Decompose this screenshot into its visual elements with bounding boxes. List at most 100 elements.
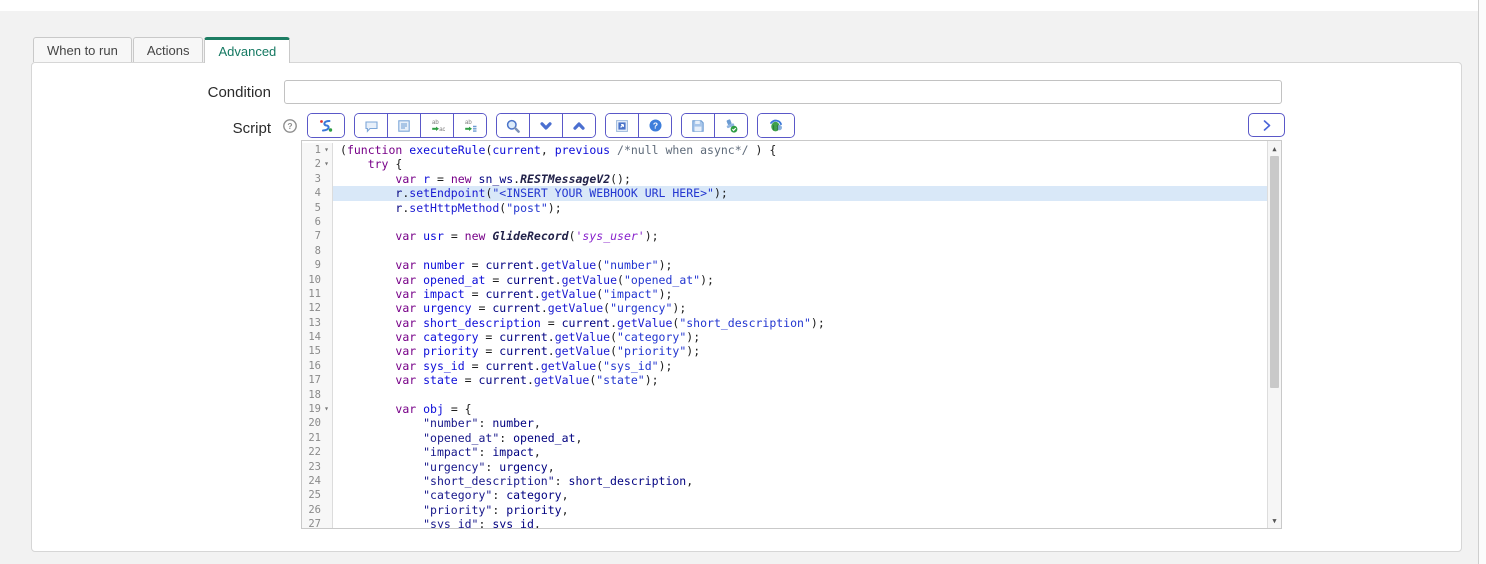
help-icon[interactable]: ? bbox=[282, 118, 298, 134]
line-number-gutter[interactable]: 15 bbox=[302, 344, 333, 359]
code-line[interactable]: 15 var priority = current.getValue("prio… bbox=[302, 344, 1267, 359]
code-line[interactable]: 17 var state = current.getValue("state")… bbox=[302, 373, 1267, 388]
code-line[interactable]: 22 "impact": impact, bbox=[302, 445, 1267, 460]
line-number-gutter[interactable]: 21 bbox=[302, 430, 333, 446]
code-line[interactable]: 3 var r = new sn_ws.RESTMessageV2(); bbox=[302, 171, 1267, 187]
code-line[interactable]: 25 "category": category, bbox=[302, 488, 1267, 503]
find-previous-button[interactable] bbox=[562, 114, 595, 137]
script-debugger-button[interactable] bbox=[758, 114, 794, 137]
line-number-gutter[interactable]: 11 bbox=[302, 286, 333, 302]
fullscreen-button[interactable] bbox=[606, 114, 638, 137]
code-area[interactable]: 1 ▾ (function executeRule(current, previou… bbox=[302, 141, 1267, 528]
code-line[interactable]: 12 var urgency = current.getValue("urgen… bbox=[302, 301, 1267, 316]
code-line[interactable]: 19 ▾ var obj = { bbox=[302, 402, 1267, 417]
save-tools-group bbox=[681, 113, 748, 138]
code-line[interactable]: 7 var usr = new GlideRecord('sys_user'); bbox=[302, 229, 1267, 244]
line-number-gutter[interactable]: 26 bbox=[302, 502, 333, 518]
format-code-button[interactable] bbox=[387, 114, 420, 137]
code-line[interactable]: 20 "number": number, bbox=[302, 416, 1267, 431]
tab-when-to-run[interactable]: When to run bbox=[33, 37, 132, 62]
condition-label: Condition bbox=[207, 84, 271, 101]
toggle-comment-button[interactable] bbox=[355, 114, 387, 137]
find-next-button[interactable] bbox=[529, 114, 562, 137]
line-number-gutter[interactable]: 10 bbox=[302, 272, 333, 287]
script-editor[interactable]: 1 ▾ (function executeRule(current, previou… bbox=[301, 140, 1282, 529]
code-line[interactable]: 18 bbox=[302, 387, 1267, 403]
svg-text:?: ? bbox=[287, 121, 292, 131]
advanced-tab-panel: Condition Script ? ab ac ab ? 1 ▾ (funct… bbox=[31, 62, 1462, 552]
line-number-gutter[interactable]: 13 bbox=[302, 315, 333, 331]
line-number-gutter[interactable]: 22 bbox=[302, 445, 333, 460]
line-number-gutter[interactable]: 8 bbox=[302, 243, 333, 259]
scroll-thumb[interactable] bbox=[1270, 156, 1279, 388]
code-line[interactable]: 21 "opened_at": opened_at, bbox=[302, 430, 1267, 446]
line-number-gutter[interactable]: 24 bbox=[302, 473, 333, 489]
fold-caret-icon[interactable]: ▾ bbox=[321, 143, 332, 157]
line-number-gutter[interactable]: 23 bbox=[302, 459, 333, 474]
validate-script-button[interactable] bbox=[714, 114, 747, 137]
help-circle-icon: ? bbox=[283, 118, 297, 133]
condition-input[interactable] bbox=[284, 80, 1282, 104]
code-line[interactable]: 4 r.setEndpoint("<INSERT YOUR WEBHOOK UR… bbox=[302, 186, 1267, 201]
code-line[interactable]: 11 var impact = current.getValue("impact… bbox=[302, 286, 1267, 302]
code-line[interactable]: 6 bbox=[302, 214, 1267, 230]
code-line[interactable]: 14 var category = current.getValue("cate… bbox=[302, 330, 1267, 345]
line-number-gutter[interactable]: 3 bbox=[302, 171, 333, 187]
line-number-gutter[interactable]: 7 bbox=[302, 229, 333, 244]
code-line[interactable]: 5 r.setHttpMethod("post"); bbox=[302, 200, 1267, 215]
code-line[interactable]: 10 var opened_at = current.getValue("ope… bbox=[302, 272, 1267, 287]
line-number-gutter[interactable]: 12 bbox=[302, 301, 333, 316]
tab-actions[interactable]: Actions bbox=[132, 37, 204, 62]
save-icon bbox=[692, 119, 704, 132]
syntax-editor-toggle-button[interactable] bbox=[308, 114, 344, 137]
replace-all-button[interactable]: ab bbox=[453, 114, 486, 137]
code-line[interactable]: 26 "priority": priority, bbox=[302, 502, 1267, 518]
replace-button[interactable]: ab ac bbox=[420, 114, 453, 137]
line-number-gutter[interactable]: 16 bbox=[302, 358, 333, 374]
code-line[interactable]: 23 "urgency": urgency, bbox=[302, 459, 1267, 474]
line-number-gutter[interactable]: 9 bbox=[302, 258, 333, 273]
code-line[interactable]: 16 var sys_id = current.getValue("sys_id… bbox=[302, 358, 1267, 374]
line-number-gutter[interactable]: 19 ▾ bbox=[302, 402, 333, 417]
svg-text:?: ? bbox=[652, 121, 657, 131]
editor-scrollbar[interactable]: ▲ ▼ bbox=[1267, 141, 1281, 528]
find-previous-icon bbox=[573, 121, 585, 130]
save-button[interactable] bbox=[682, 114, 714, 137]
fullscreen-icon bbox=[616, 119, 628, 132]
line-number-gutter[interactable]: 1 ▾ bbox=[302, 143, 333, 158]
validate-script-icon bbox=[726, 118, 738, 133]
tab-advanced[interactable]: Advanced bbox=[204, 37, 291, 63]
code-line[interactable]: 24 "short_description": short_descriptio… bbox=[302, 473, 1267, 489]
line-number-gutter[interactable]: 20 bbox=[302, 416, 333, 431]
code-line[interactable]: 9 var number = current.getValue("number"… bbox=[302, 258, 1267, 273]
line-number-gutter[interactable]: 17 bbox=[302, 373, 333, 388]
code-line[interactable]: 2 ▾ try { bbox=[302, 157, 1267, 172]
script-label: Script bbox=[232, 120, 271, 137]
line-number-gutter[interactable]: 4 bbox=[302, 186, 333, 201]
window-tools-group: ? bbox=[605, 113, 672, 138]
code-line[interactable]: 13 var short_description = current.getVa… bbox=[302, 315, 1267, 331]
search-button[interactable] bbox=[497, 114, 529, 137]
fold-caret-icon[interactable]: ▾ bbox=[321, 157, 332, 171]
line-number-gutter[interactable]: 5 bbox=[302, 200, 333, 215]
line-number-gutter[interactable]: 14 bbox=[302, 330, 333, 345]
fold-caret-icon[interactable]: ▾ bbox=[321, 402, 332, 416]
line-number-gutter[interactable]: 27 bbox=[302, 517, 333, 528]
edit-tools-group: ab ac ab bbox=[354, 113, 487, 138]
tab-bar: When to run Actions Advanced bbox=[33, 37, 291, 63]
chevron-right-icon bbox=[1263, 119, 1271, 131]
code-line[interactable]: 27 "sys_id": sys_id, bbox=[302, 517, 1267, 528]
window-scrollbar-sliver[interactable] bbox=[1478, 0, 1486, 564]
line-number-gutter[interactable]: 25 bbox=[302, 488, 333, 503]
replace-icon: ab ac bbox=[432, 120, 445, 133]
line-number-gutter[interactable]: 6 bbox=[302, 214, 333, 230]
scroll-up-arrow-icon[interactable]: ▲ bbox=[1268, 142, 1281, 155]
code-line[interactable]: 8 bbox=[302, 243, 1267, 259]
toolbar-expand-button[interactable] bbox=[1248, 113, 1285, 137]
search-tools-group bbox=[496, 113, 596, 138]
line-number-gutter[interactable]: 18 bbox=[302, 387, 333, 403]
line-number-gutter[interactable]: 2 ▾ bbox=[302, 157, 333, 172]
scroll-down-arrow-icon[interactable]: ▼ bbox=[1268, 514, 1281, 527]
script-help-button[interactable]: ? bbox=[638, 114, 671, 137]
code-line[interactable]: 1 ▾ (function executeRule(current, previou… bbox=[302, 143, 1267, 158]
